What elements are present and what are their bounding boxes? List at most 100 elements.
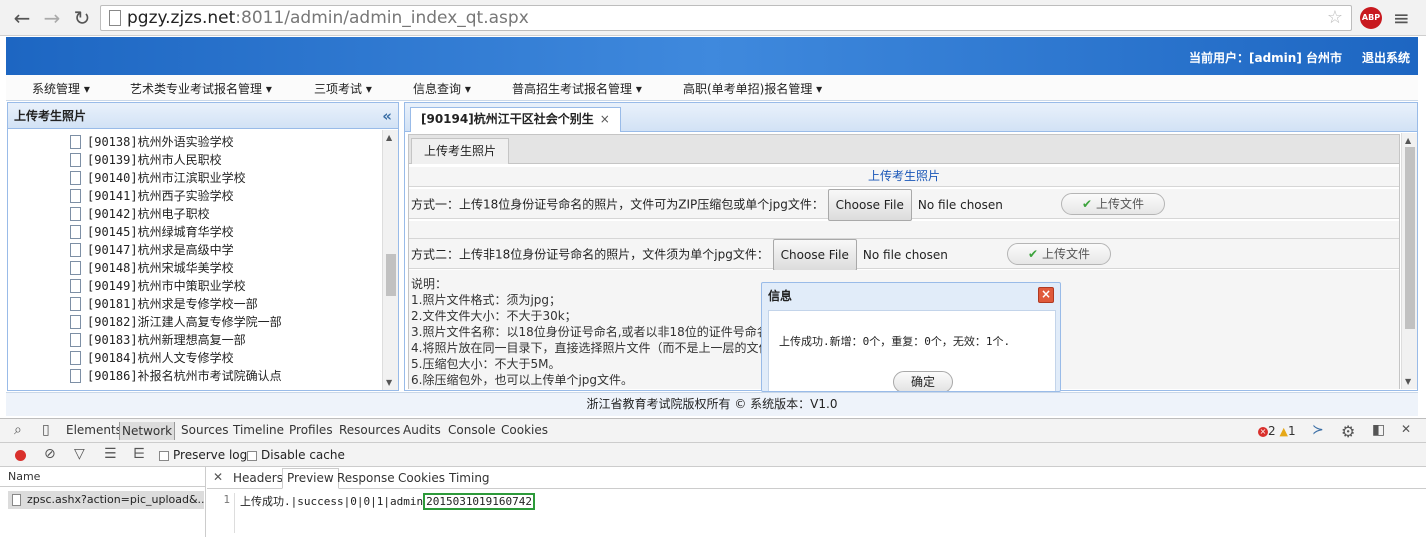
close-devtools-icon[interactable]: ✕ <box>1401 422 1411 436</box>
main-menu: 系统管理 ▾ 艺术类专业考试报名管理 ▾ 三项考试 ▾ 信息查询 ▾ 普高招生考… <box>6 75 1418 101</box>
subtab-upload-photo[interactable]: 上传考生照片 <box>411 138 510 164</box>
tab-cookies[interactable]: Cookies <box>501 423 548 437</box>
tree-item[interactable]: [90147]杭州求是高级中学 <box>70 241 234 259</box>
response-text: 上传成功.|success|0|0|1|admin 201503101916074… <box>240 493 536 510</box>
dialog-close-icon[interactable]: × <box>1038 287 1054 303</box>
scroll-down-icon[interactable]: ▼ <box>1405 377 1411 386</box>
tab-preview[interactable]: Preview <box>282 468 339 489</box>
document-icon <box>70 152 81 167</box>
bookmark-star-icon[interactable]: ☆ <box>1327 6 1343 30</box>
tree-item[interactable]: [90145]杭州绿城育华学校 <box>70 223 234 241</box>
tab-elements[interactable]: Elements <box>66 423 122 437</box>
tab-school[interactable]: [90194]杭州江干区社会个别生 × <box>410 107 621 132</box>
warning-count: 1 <box>1287 424 1296 438</box>
dialog-message: 上传成功.新增：0个，重复：0个，无效：1个. <box>779 335 1011 348</box>
gear-icon[interactable]: ⚙ <box>1341 422 1355 441</box>
logout-link[interactable]: 退出系统 <box>1362 49 1410 66</box>
menu-three-exams[interactable]: 三项考试 ▾ <box>314 80 372 97</box>
error-warning-counter[interactable]: × 2 ▲1 <box>1258 424 1296 438</box>
tree-item[interactable]: [90138]杭州外语实验学校 <box>70 133 234 151</box>
upload-button-2[interactable]: ✔ 上传文件 <box>1007 243 1111 265</box>
tree-item[interactable]: [90140]杭州市江滨职业学校 <box>70 169 246 187</box>
tree-item[interactable]: [90141]杭州西子实验学校 <box>70 187 234 205</box>
forward-arrow-icon[interactable]: → <box>40 6 64 30</box>
browser-menu-icon[interactable]: ≡ <box>1393 6 1410 30</box>
tab-response[interactable]: Response <box>337 471 395 485</box>
tree-item[interactable]: [90181]杭州求是专修学校一部 <box>70 295 258 313</box>
request-detail: ✕ Headers Preview Response Cookies Timin… <box>207 467 1426 537</box>
document-icon <box>70 368 81 383</box>
tree-item[interactable]: [90182]浙江建人高复专修学院一部 <box>70 313 282 331</box>
tree-item[interactable]: [90149]杭州市中策职业学校 <box>70 277 246 295</box>
scroll-up-icon[interactable]: ▲ <box>1405 136 1411 145</box>
scroll-up-icon[interactable]: ▲ <box>386 133 392 142</box>
content-scrollbar[interactable]: ▲ ▼ <box>1401 133 1417 389</box>
device-mode-icon[interactable]: ▯ <box>42 422 50 438</box>
request-row[interactable]: zpsc.ashx?action=pic_upload&... <box>8 491 204 509</box>
upload-button-1[interactable]: ✔ 上传文件 <box>1061 193 1165 215</box>
filter-icon[interactable]: ▽ <box>74 446 85 462</box>
list-view-icon[interactable]: ☰ <box>104 446 117 462</box>
scroll-down-icon[interactable]: ▼ <box>386 378 392 387</box>
tree-item[interactable]: [90148]杭州宋城华美学校 <box>70 259 234 277</box>
document-icon <box>70 206 81 221</box>
devtools-panel: ⌕ ▯ Elements Network Sources Timeline Pr… <box>0 418 1426 537</box>
tree-item[interactable]: [90142]杭州电子职校 <box>70 205 210 223</box>
tab-audits[interactable]: Audits <box>403 423 441 437</box>
file-icon <box>12 494 21 506</box>
tab-sources[interactable]: Sources <box>181 423 228 437</box>
menu-highschool-exam[interactable]: 普高招生考试报名管理 ▾ <box>512 80 642 97</box>
tab-network[interactable]: Network <box>119 422 176 440</box>
tree-scrollbar[interactable]: ▲ ▼ <box>382 130 398 390</box>
checkbox-icon <box>247 450 257 461</box>
choose-file-button-2[interactable]: Choose File <box>772 239 857 271</box>
tree-item[interactable]: [90184]杭州人文专修学校 <box>70 349 234 367</box>
tree-item[interactable]: [90183]杭州新理想高复一部 <box>70 331 246 349</box>
tree-item[interactable]: [90186]补报名杭州市考试院确认点 <box>70 367 282 385</box>
menu-vocational-exam[interactable]: 高职(单考单招)报名管理 ▾ <box>683 80 822 97</box>
document-icon <box>70 278 81 293</box>
back-arrow-icon[interactable]: ← <box>10 6 34 30</box>
collapse-icon[interactable]: « <box>382 103 392 129</box>
tab-headers[interactable]: Headers <box>233 471 283 485</box>
menu-system[interactable]: 系统管理 ▾ <box>32 80 90 97</box>
tree-item[interactable]: [90139]杭州市人民职校 <box>70 151 222 169</box>
school-tree: [90138]杭州外语实验学校 [90139]杭州市人民职校 [90140]杭州… <box>8 130 382 390</box>
close-detail-icon[interactable]: ✕ <box>213 470 223 484</box>
ok-button[interactable]: 确定 <box>893 371 953 391</box>
west-panel-header: 上传考生照片 « <box>8 103 398 129</box>
tab-detail-cookies[interactable]: Cookies <box>398 471 445 485</box>
tab-profiles[interactable]: Profiles <box>289 423 333 437</box>
scrollbar-thumb[interactable] <box>386 254 396 296</box>
choose-file-button-1[interactable]: Choose File <box>827 189 912 221</box>
document-icon <box>70 314 81 329</box>
console-drawer-icon[interactable]: ≻ <box>1312 422 1324 438</box>
preserve-log-checkbox[interactable]: Preserve log <box>159 448 247 462</box>
scrollbar-thumb[interactable] <box>1405 147 1415 329</box>
reload-icon[interactable]: ↻ <box>70 6 94 30</box>
tab-console[interactable]: Console <box>448 423 496 437</box>
disable-cache-checkbox[interactable]: Disable cache <box>247 448 345 462</box>
overview-icon[interactable]: ⋿ <box>133 446 145 462</box>
address-bar[interactable]: pgzy.zjzs.net:8011/admin/admin_index_qt.… <box>100 5 1352 31</box>
method1-row: 方式一：上传18位身份证号命名的照片，文件可为ZIP压缩包或单个jpg文件： C… <box>409 189 1399 221</box>
name-column-header[interactable]: Name <box>0 467 205 487</box>
browser-toolbar: ← → ↻ pgzy.zjzs.net:8011/admin/admin_ind… <box>0 0 1426 36</box>
dock-side-icon[interactable]: ◧ <box>1372 422 1385 438</box>
checkbox-icon <box>159 450 169 461</box>
menu-info-query[interactable]: 信息查询 ▾ <box>413 80 471 97</box>
record-icon[interactable] <box>15 450 26 461</box>
document-icon <box>70 332 81 347</box>
tab-close-icon[interactable]: × <box>600 112 610 126</box>
school-tree-panel: 上传考生照片 « [90138]杭州外语实验学校 [90139]杭州市人民职校 … <box>7 102 399 391</box>
response-highlight: 2015031019160742 <box>423 493 536 510</box>
tab-resources[interactable]: Resources <box>339 423 400 437</box>
inspect-search-icon[interactable]: ⌕ <box>14 422 22 438</box>
adblock-icon[interactable]: ABP <box>1360 7 1382 29</box>
tab-timeline[interactable]: Timeline <box>233 423 284 437</box>
page-icon <box>109 10 121 26</box>
menu-art-exam[interactable]: 艺术类专业考试报名管理 ▾ <box>130 80 272 97</box>
dialog-header: 信息 × <box>762 283 1060 309</box>
clear-icon[interactable]: ⊘ <box>44 446 56 462</box>
tab-timing[interactable]: Timing <box>449 471 490 485</box>
